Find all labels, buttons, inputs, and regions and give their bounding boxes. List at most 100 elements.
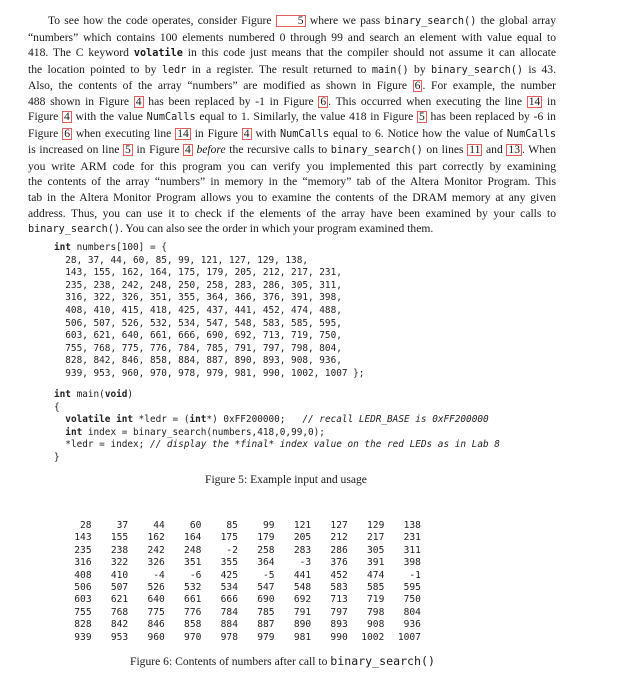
cross-reference-link[interactable]: 6 [62, 128, 72, 140]
table-cell: 719 [367, 594, 385, 606]
table-cell: 804 [403, 606, 421, 618]
table-cell: 661 [184, 594, 202, 606]
code-line: int numbers[100] = { [54, 242, 167, 253]
code-line: { [54, 401, 60, 413]
table-cell: 791 [293, 606, 312, 618]
cross-reference-link[interactable]: 4 [133, 95, 144, 108]
cross-reference-link[interactable]: 5 [123, 144, 133, 157]
table-cell: 784 [220, 606, 238, 618]
table-cell: 775 [147, 606, 165, 618]
table-cell: 311 [403, 544, 421, 556]
cross-reference-link[interactable]: 4 [62, 111, 72, 124]
inline-code: binary_search() [431, 64, 524, 76]
table-cell: 936 [403, 619, 421, 631]
code-line: 755, 768, 775, 776, 784, 785, 791, 797, … [54, 342, 342, 354]
paragraph-line: is increased on line 5 in Figure 4 befor… [28, 143, 556, 157]
table-cell: 391 [367, 557, 385, 569]
table-row: 408 410 -4 -6 425 -5 441 452 474 -1 [55, 570, 421, 582]
code-keyword: void [104, 389, 128, 400]
code-line: 143, 155, 162, 164, 175, 179, 205, 212, … [54, 267, 342, 279]
table-row: 603 621 640 661 666 690 692 713 719 750 [55, 594, 421, 606]
table-cell: 585 [367, 581, 385, 593]
table-cell: 640 [147, 594, 165, 606]
paragraph-line: address. Thus, you can use it to check i… [28, 206, 556, 220]
table-cell: 235 [74, 544, 92, 556]
table-cell: 842 [110, 619, 129, 631]
table-cell: 155 [110, 532, 129, 544]
table-cell: 85 [226, 520, 238, 531]
cross-reference-link[interactable]: 13 [506, 144, 522, 157]
table-cell: 138 [403, 520, 421, 531]
code-line: 408, 410, 415, 418, 425, 437, 441, 452, … [54, 304, 342, 316]
table-cell: 887 [257, 619, 275, 631]
table-row: 939 953 960 970 978 979 981 990 1002 1007 [55, 632, 421, 644]
table-cell: 621 [110, 594, 129, 606]
table-cell: 666 [220, 594, 238, 606]
table-row: 506 507 526 532 534 547 548 583 585 595 [55, 582, 421, 594]
inline-code: binary_search() [330, 145, 423, 157]
table-cell: 893 [330, 619, 348, 631]
table-cell: 99 [263, 520, 275, 531]
table-cell: 175 [220, 532, 238, 544]
table-cell: 410 [110, 569, 129, 581]
table-cell: 776 [184, 606, 202, 618]
table-cell: 248 [184, 544, 202, 556]
inline-code-bold: volatile [133, 48, 183, 60]
code-keyword: volatile int [65, 414, 134, 426]
cross-reference-link[interactable]: 4 [241, 128, 252, 140]
code-keyword: int [54, 242, 71, 253]
table-cell: 846 [147, 619, 165, 631]
table-cell: 532 [184, 581, 202, 593]
paragraph-line: Also, the contents of the array “numbers… [28, 79, 556, 93]
table-cell: 939 [74, 631, 92, 643]
paragraph-line: Figure 4 with the value NumCalls equal t… [28, 110, 556, 124]
table-cell: 981 [293, 631, 312, 643]
table-cell: 1007 [397, 631, 421, 643]
figure6-caption-code: binary_search() [330, 654, 435, 668]
table-cell: 960 [147, 631, 165, 643]
table-cell: -5 [263, 569, 275, 581]
table-cell: -6 [189, 569, 202, 581]
table-cell: -1 [409, 569, 421, 581]
cross-reference-link[interactable]: 11 [467, 144, 483, 157]
table-cell: 768 [110, 606, 129, 618]
table-cell: 212 [330, 532, 348, 544]
table-cell: 441 [293, 569, 312, 581]
cross-reference-link[interactable]: 14 [526, 95, 543, 108]
table-cell: 979 [257, 631, 275, 643]
table-row: 755 768 775 776 784 785 791 797 798 804 [55, 607, 421, 619]
table-row: 828 842 846 858 884 887 890 893 908 936 [55, 619, 421, 631]
paragraph-line: binary_search(). You can also see the or… [28, 222, 434, 236]
cross-reference-link[interactable]: 14 [175, 128, 191, 140]
table-cell: -2 [226, 544, 238, 556]
table-cell: 37 [116, 520, 129, 531]
table-row: 235 238 242 248 -2 258 283 286 305 311 [55, 545, 421, 557]
table-cell: 583 [330, 581, 348, 593]
code-line: int main(void) [54, 389, 134, 400]
cross-reference-link[interactable]: 5 [416, 111, 427, 124]
cross-reference-link[interactable]: 5 [275, 15, 306, 27]
table-cell: 755 [74, 606, 92, 618]
table-cell: 316 [74, 557, 92, 569]
table-row: 28 37 44 60 85 99 121 127 129 138 [55, 520, 421, 532]
cross-reference-link[interactable]: 6 [318, 95, 329, 108]
figure5-main-code: int main(void){ volatile int *ledr = (in… [54, 389, 500, 465]
code-comment: // recall LEDR_BASE is 0xFF200000 [302, 414, 489, 426]
table-cell: 858 [184, 619, 202, 631]
cross-reference-link[interactable]: 6 [412, 80, 423, 93]
paragraph-line: “numbers” which contains 100 elements nu… [28, 30, 556, 44]
table-row: 316 322 326 351 355 364 -3 376 391 398 [55, 557, 421, 569]
figure5-array-code: int numbers[100] = { 28, 37, 44, 60, 85,… [54, 242, 364, 381]
code-keyword: int [54, 389, 71, 400]
cross-reference-link[interactable]: 4 [183, 144, 193, 157]
table-cell: 474 [367, 569, 385, 581]
table-cell: 713 [330, 594, 348, 606]
paragraph-line: Figure 6 when executing line 14 in Figur… [28, 126, 556, 140]
table-cell: 364 [257, 557, 275, 569]
table-cell: 798 [367, 606, 385, 618]
table-cell: 326 [147, 557, 165, 569]
paragraph-line: To see how the code operates, consider F… [48, 14, 556, 27]
code-keyword: int [189, 414, 207, 426]
table-cell: 305 [367, 544, 385, 556]
table-cell: 217 [367, 532, 385, 544]
